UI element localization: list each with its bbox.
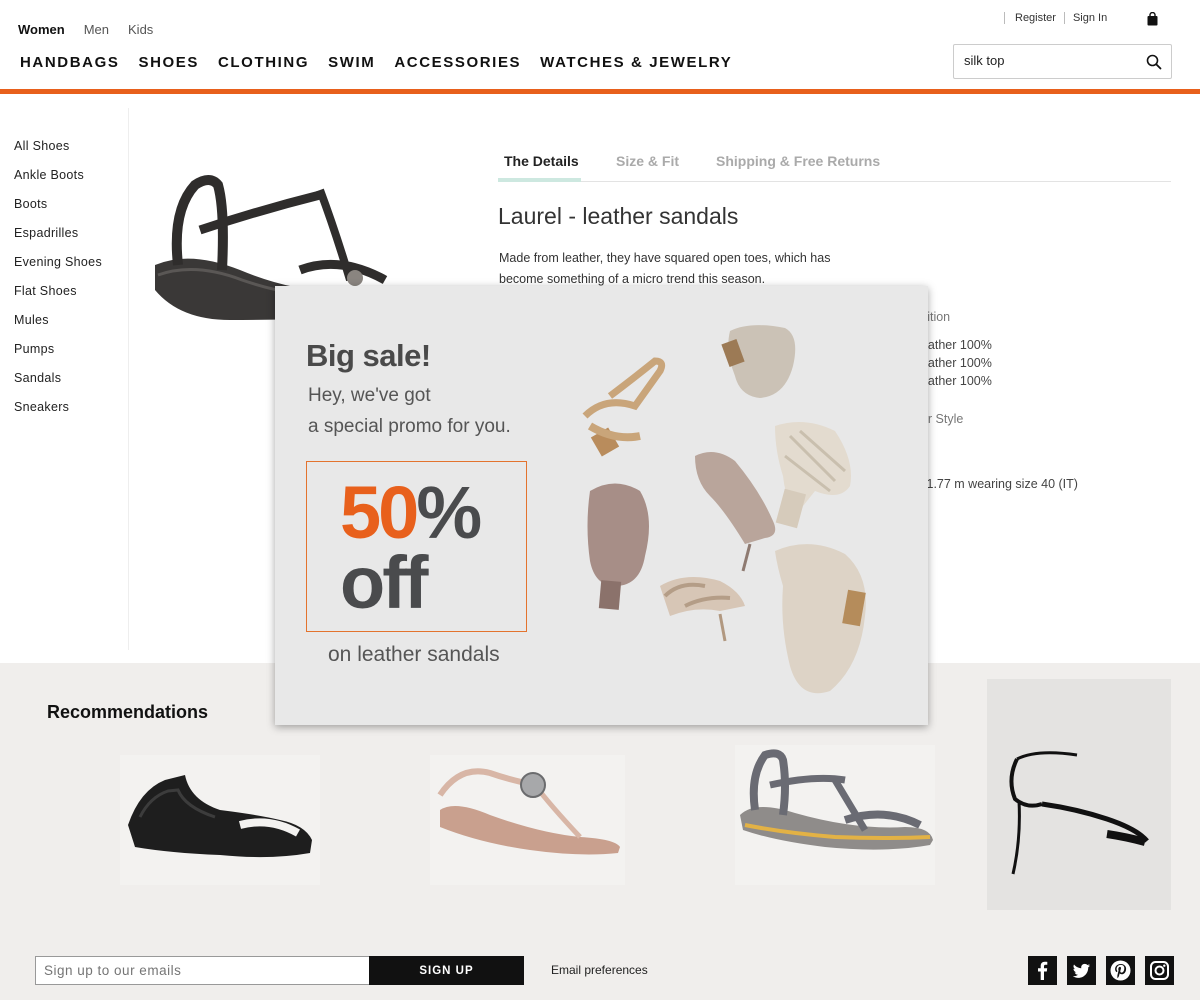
sidebar-item-sandals[interactable]: Sandals: [14, 371, 102, 400]
gender-tab-men[interactable]: Men: [84, 22, 109, 37]
promo-modal[interactable]: Big sale! Hey, we've got a special promo…: [275, 286, 928, 725]
sidebar-item-sneakers[interactable]: Sneakers: [14, 400, 102, 429]
recommendation-item-4[interactable]: [987, 679, 1171, 910]
sidebar-item-flat-shoes[interactable]: Flat Shoes: [14, 284, 102, 313]
active-tab-indicator: [498, 178, 581, 182]
product-tabs: The Details Size & Fit Shipping & Free R…: [498, 150, 1171, 182]
sign-in-link[interactable]: Sign In: [1073, 12, 1107, 24]
category-sidebar: All Shoes Ankle Boots Boots Espadrilles …: [14, 139, 102, 429]
sidebar-divider: [128, 108, 129, 650]
nav-swim[interactable]: SWIM: [328, 54, 375, 71]
tab-size-fit[interactable]: Size & Fit: [616, 153, 679, 169]
sidebar-item-espadrilles[interactable]: Espadrilles: [14, 226, 102, 255]
product-title: Laurel - leather sandals: [498, 203, 739, 229]
divider: [1063, 12, 1065, 24]
promo-discount-box: 50% off: [306, 461, 527, 632]
nav-accessories[interactable]: ACCESSORIES: [394, 54, 521, 71]
recommendation-item-2[interactable]: [430, 755, 625, 885]
search-icon[interactable]: [1146, 54, 1162, 70]
tab-shipping-returns[interactable]: Shipping & Free Returns: [716, 153, 880, 169]
heel-sandal-image: [987, 679, 1171, 910]
recommendations-title: Recommendations: [47, 702, 209, 722]
newsletter-email-field: [35, 956, 370, 985]
pinterest-icon[interactable]: [1106, 956, 1135, 985]
product-description: Made from leather, they have squared ope…: [499, 251, 831, 286]
promo-subtitle-line-1: Hey, we've got: [308, 385, 431, 406]
promo-subtitle-line-2: a special promo for you.: [308, 416, 511, 437]
tab-the-details[interactable]: The Details: [504, 153, 579, 169]
recommendation-item-1[interactable]: [120, 755, 320, 885]
promo-shoes-image: [545, 286, 928, 725]
shopping-bag-icon[interactable]: [1146, 12, 1159, 26]
account-links: Register Sign In: [1004, 12, 1107, 24]
promo-subtitle: Hey, we've got a special promo for you.: [308, 380, 548, 442]
email-preferences-link[interactable]: Email preferences: [551, 963, 648, 977]
promo-off: off: [340, 541, 428, 624]
promo-percent: 50%: [340, 476, 482, 550]
divider: [1004, 12, 1005, 24]
nav-shoes[interactable]: SHOES: [138, 54, 199, 71]
promo-footer: on leather sandals: [328, 643, 500, 666]
search-box: [953, 44, 1172, 79]
register-link[interactable]: Register: [1015, 12, 1056, 24]
recommendation-item-3[interactable]: [735, 745, 935, 885]
gender-tab-women[interactable]: Women: [18, 22, 65, 37]
sidebar-item-ankle-boots[interactable]: Ankle Boots: [14, 168, 102, 197]
detail-model-size: is 1.77 m wearing size 40 (IT): [914, 477, 1078, 491]
search-input[interactable]: [964, 53, 1134, 68]
twitter-icon[interactable]: [1067, 956, 1096, 985]
gender-tab-kids[interactable]: Kids: [128, 22, 153, 37]
sidebar-item-all-shoes[interactable]: All Shoes: [14, 139, 102, 168]
newsletter-email-input[interactable]: [44, 963, 354, 978]
site-header: Women Men Kids Register Sign In HANDBAGS…: [0, 0, 1200, 95]
facebook-icon[interactable]: [1028, 956, 1057, 985]
nav-clothing[interactable]: CLOTHING: [218, 54, 309, 71]
sidebar-item-mules[interactable]: Mules: [14, 313, 102, 342]
nav-handbags[interactable]: HANDBAGS: [20, 54, 119, 71]
sidebar-item-evening-shoes[interactable]: Evening Shoes: [14, 255, 102, 284]
main-nav: HANDBAGS SHOES CLOTHING SWIM ACCESSORIES…: [20, 54, 751, 71]
sidebar-item-pumps[interactable]: Pumps: [14, 342, 102, 371]
nav-watches-jewelry[interactable]: WATCHES & JEWELRY: [540, 54, 732, 71]
instagram-icon[interactable]: [1145, 956, 1174, 985]
promo-title: Big sale!: [306, 338, 431, 373]
header-accent-bar: [0, 89, 1200, 94]
sign-up-button[interactable]: SIGN UP: [369, 956, 524, 985]
gender-tabs: Women Men Kids: [18, 22, 172, 37]
sidebar-item-boots[interactable]: Boots: [14, 197, 102, 226]
